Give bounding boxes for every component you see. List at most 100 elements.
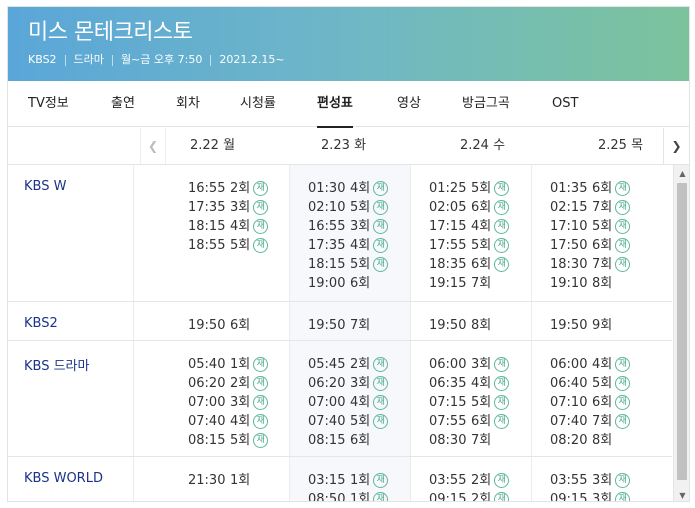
prev-week-button[interactable]: ❮ [140, 128, 166, 164]
channel-row: KBS WORLD 21:30 1회 03:15 1회 재 08:50 1회 재 03:55 2회 재… [8, 457, 672, 502]
episode-number: 5회 [471, 238, 492, 253]
air-time: 19:50 [429, 318, 467, 333]
rerun-badge-icon: 재 [615, 357, 631, 372]
episode-number: 5회 [350, 257, 371, 272]
air-time: 08:15 [188, 433, 226, 448]
channel-name[interactable]: KBS WORLD [24, 471, 103, 486]
tab-item[interactable]: 시청률 [240, 81, 276, 127]
episode-number: 3회 [230, 395, 251, 410]
air-time: 07:00 [308, 395, 346, 410]
channel-row: KBS W 16:55 2회 재 17:35 3회 재 18:15 4회 재 18:55 5회 재 01:… [8, 165, 672, 302]
program-title: 미스 몬테크리스토 [28, 20, 193, 45]
episode-number: 2회 [350, 357, 371, 372]
air-time: 08:50 [308, 492, 346, 502]
air-time: 02:05 [429, 200, 467, 215]
tab-item[interactable]: 방금그곡 [462, 81, 510, 127]
episode-number: 7회 [592, 257, 613, 272]
episode-entry: 01:25 5회 재 [429, 179, 531, 198]
air-time: 18:35 [429, 257, 467, 272]
channel-row: KBS 드라마 05:40 1회 재 06:20 2회 재 07:00 3회 재 07:40 4회 재 0… [8, 341, 672, 457]
episode-number: 5회 [471, 395, 492, 410]
episode-entry: 07:40 4회 재 [188, 412, 289, 431]
tab-item[interactable]: TV정보 [28, 81, 69, 127]
episode-entry: 08:30 7회 [429, 431, 531, 450]
rerun-badge-icon: 재 [253, 200, 269, 215]
episode-entry: 18:15 5회 재 [308, 255, 410, 274]
episode-number: 7회 [592, 414, 613, 429]
episode-number: 2회 [471, 473, 492, 488]
air-time: 06:20 [188, 376, 226, 391]
tab-item[interactable]: 회차 [176, 81, 200, 127]
rerun-badge-icon: 재 [615, 492, 631, 501]
meta-airtime: 월~금 오후 7:50 [120, 53, 203, 66]
scrollbar-thumb[interactable] [677, 183, 687, 480]
episode-entry: 03:55 2회 재 [429, 471, 531, 490]
episode-entry: 07:00 4회 재 [308, 393, 410, 412]
rerun-badge-icon: 재 [615, 414, 631, 429]
air-time: 07:10 [550, 395, 588, 410]
episode-entry: 02:10 5회 재 [308, 198, 410, 217]
episode-number: 6회 [230, 318, 251, 333]
program-header: 미스 몬테크리스토 KBS2 드라마 월~금 오후 7:50 2021.2.15… [8, 7, 689, 81]
air-time: 06:20 [308, 376, 346, 391]
episode-number: 2회 [230, 376, 251, 391]
air-time: 17:10 [550, 219, 588, 234]
scroll-up-arrow-icon[interactable]: ▲ [674, 165, 689, 181]
episode-entry: 03:55 3회 재 [550, 471, 672, 490]
scroll-down-arrow-icon[interactable]: ▼ [674, 487, 689, 501]
episode-number: 3회 [592, 492, 613, 502]
schedule-cell: 06:00 4회 재 06:40 5회 재 07:10 6회 재 07:40 7회 재 08:20 8회 [531, 341, 672, 456]
air-time: 07:15 [429, 395, 467, 410]
episode-number: 4회 [350, 395, 371, 410]
episode-number: 4회 [230, 414, 251, 429]
episode-number: 3회 [350, 376, 371, 391]
air-time: 17:35 [188, 200, 226, 215]
tab-item[interactable]: 편성표 [317, 81, 353, 128]
rerun-badge-icon: 재 [494, 200, 510, 215]
rerun-badge-icon: 재 [253, 433, 269, 448]
schedule-cell: 19:50 7회 [289, 302, 410, 340]
air-time: 21:30 [188, 473, 226, 488]
air-time: 03:15 [308, 473, 346, 488]
air-time: 02:10 [308, 200, 346, 215]
episode-number: 4회 [471, 219, 492, 234]
episode-entry: 16:55 3회 재 [308, 217, 410, 236]
channel-name[interactable]: KBS2 [24, 316, 58, 331]
rerun-badge-icon: 재 [615, 257, 631, 272]
episode-number: 6회 [350, 276, 371, 291]
schedule-cell: 01:25 5회 재 02:05 6회 재 17:15 4회 재 17:55 5회 재 18:35 6회 재… [410, 165, 531, 301]
date-header: 2.25 목 [598, 138, 644, 153]
air-time: 17:50 [550, 238, 588, 253]
meta-separator [64, 54, 66, 66]
tab-bar: TV정보 출연 회차 시청률 편성표 영상 방금그곡 OST [8, 81, 689, 128]
tab-item[interactable]: 영상 [397, 81, 421, 127]
air-time: 07:40 [308, 414, 346, 429]
channel-name[interactable]: KBS W [24, 179, 66, 194]
episode-entry: 07:00 3회 재 [188, 393, 289, 412]
program-meta: KBS2 드라마 월~금 오후 7:50 2021.2.15~ [28, 53, 689, 67]
schedule-cell: 19:50 6회 [133, 302, 289, 340]
episode-number: 3회 [350, 219, 371, 234]
episode-number: 1회 [350, 473, 371, 488]
episode-number: 4회 [350, 238, 371, 253]
schedule-cell: 19:50 9회 [531, 302, 672, 340]
rerun-badge-icon: 재 [253, 219, 269, 234]
date-header: 2.22 월 [190, 138, 236, 153]
rerun-badge-icon: 재 [494, 414, 510, 429]
air-time: 01:25 [429, 181, 467, 196]
schedule-cell: 03:15 1회 재 08:50 1회 재 [289, 457, 410, 502]
rerun-badge-icon: 재 [253, 414, 269, 429]
next-week-button[interactable]: ❯ [663, 128, 689, 164]
episode-entry: 08:20 8회 [550, 431, 672, 450]
schedule-cell: 01:35 6회 재 02:15 7회 재 17:10 5회 재 17:50 6회 재 18:30 7회 재… [531, 165, 672, 301]
air-time: 02:15 [550, 200, 588, 215]
scrollbar[interactable]: ▲ ▼ [673, 165, 689, 501]
channel-name[interactable]: KBS 드라마 [24, 355, 89, 374]
episode-entry: 06:35 4회 재 [429, 374, 531, 393]
episode-entry: 06:20 2회 재 [188, 374, 289, 393]
air-time: 17:55 [429, 238, 467, 253]
chevron-right-icon: ❯ [671, 139, 682, 153]
tab-item[interactable]: OST [552, 81, 578, 127]
rerun-badge-icon: 재 [615, 219, 631, 234]
tab-item[interactable]: 출연 [111, 81, 135, 127]
